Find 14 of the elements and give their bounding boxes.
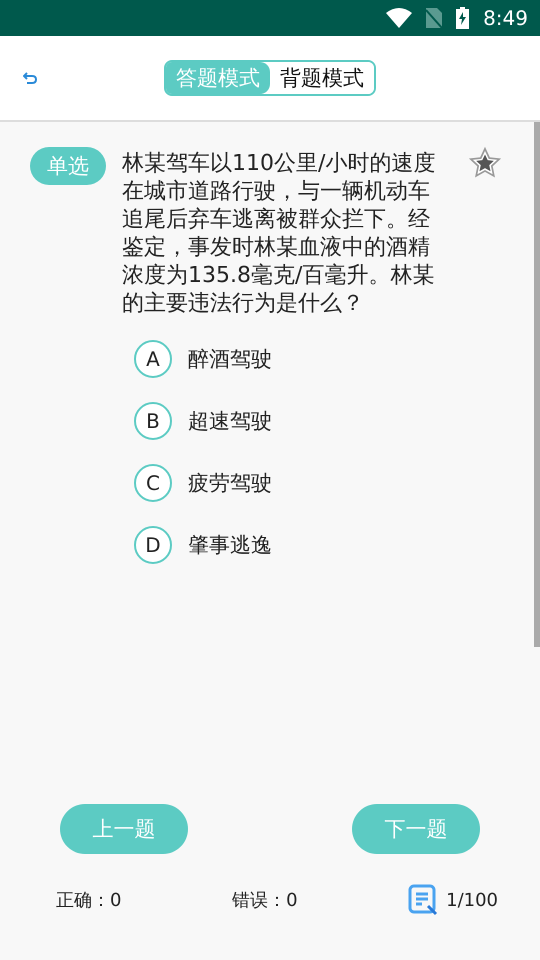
wrong-count: 错误：0 xyxy=(232,889,298,912)
option-text: 肇事逃逸 xyxy=(188,532,272,559)
option-letter[interactable]: D xyxy=(134,526,172,564)
question-type-badge: 单选 xyxy=(30,147,106,185)
option-letter[interactable]: A xyxy=(134,340,172,378)
correct-count: 正确：0 xyxy=(56,889,122,912)
progress-text: 1/100 xyxy=(446,890,498,910)
option-letter[interactable]: B xyxy=(134,402,172,440)
option-text: 疲劳驾驶 xyxy=(188,470,272,497)
option-letter[interactable]: C xyxy=(134,464,172,502)
question-text: 林某驾车以110公里/小时的速度在城市道路行驶，与一辆机动车追尾后弃车逃离被群众拦下。经鉴定，事发时林某血液中的酒精浓度为135.8毫克/百毫升。林某的主要违法行为是什么？ xyxy=(122,150,436,318)
option-text: 醉酒驾驶 xyxy=(188,346,272,373)
status-time: 8:49 xyxy=(483,6,528,30)
option-text: 超速驾驶 xyxy=(188,408,272,435)
